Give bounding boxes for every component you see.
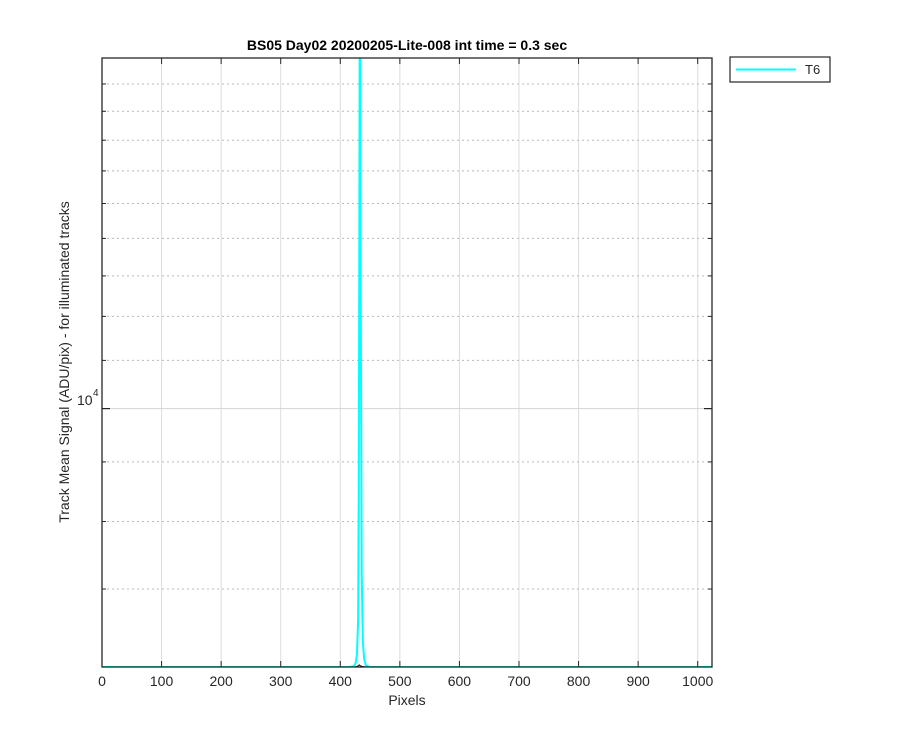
- x-tick-label: 100: [150, 673, 174, 689]
- x-tick-label: 300: [269, 673, 293, 689]
- legend: T6: [729, 56, 831, 83]
- y-axis-label: Track Mean Signal (ADU/pix) - for illumi…: [56, 201, 72, 523]
- x-tick-label: 900: [626, 673, 650, 689]
- x-tick-label: 700: [507, 673, 531, 689]
- figure-background: [0, 0, 900, 750]
- chart-title: BS05 Day02 20200205-Lite-008 int time = …: [247, 37, 567, 53]
- x-tick-label: 1000: [682, 673, 713, 689]
- legend-label-t6: T6: [805, 62, 820, 77]
- x-tick-label: 800: [567, 673, 591, 689]
- y-tick-label-exponent: 4: [93, 388, 99, 399]
- line-chart: 0 100 200 300 400 500 600 700 800 900 1000 BS05 Da…: [0, 0, 900, 750]
- x-tick-label: 600: [448, 673, 472, 689]
- y-tick-label-base: 10: [77, 392, 93, 408]
- x-tick-label: 0: [98, 673, 106, 689]
- x-axis-label: Pixels: [388, 692, 425, 708]
- chart-figure: 0 100 200 300 400 500 600 700 800 900 1000 BS05 Da…: [0, 0, 900, 750]
- x-tick-label: 200: [209, 673, 233, 689]
- x-tick-label: 500: [388, 673, 412, 689]
- x-tick-label: 400: [329, 673, 353, 689]
